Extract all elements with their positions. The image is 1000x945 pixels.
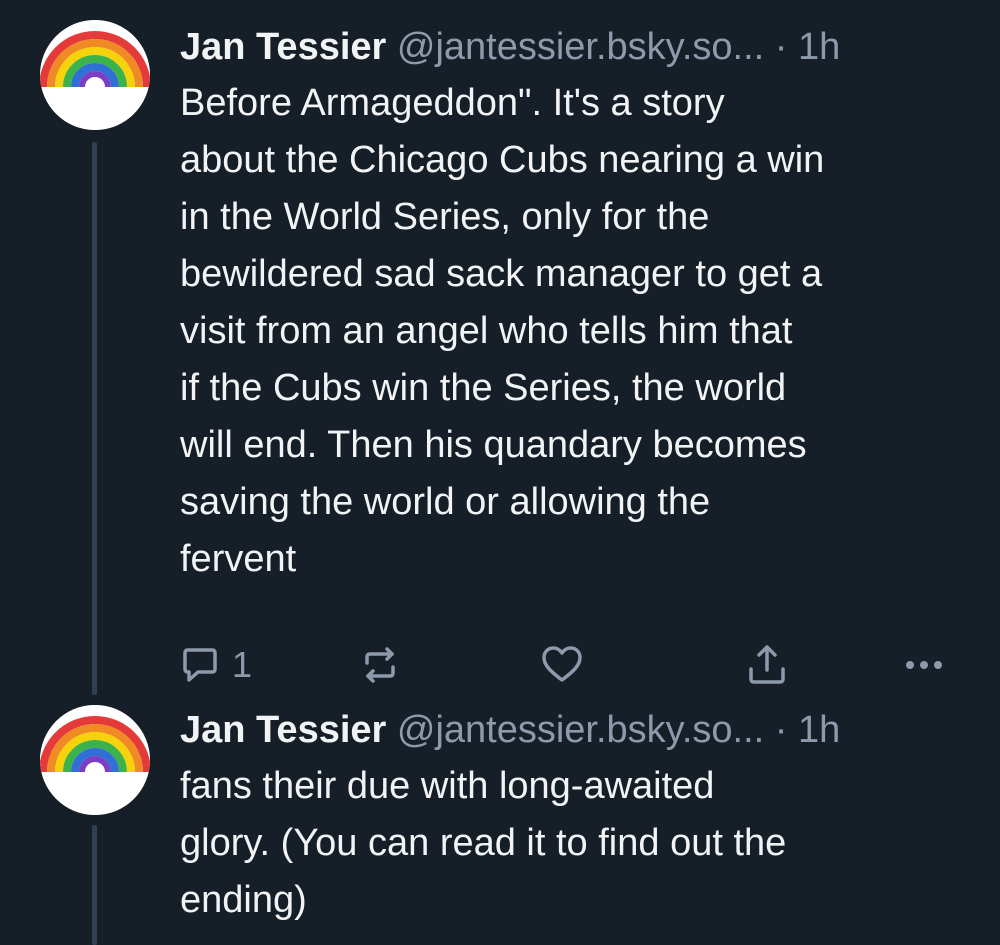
reply-icon <box>183 648 217 682</box>
more-options-button[interactable] <box>902 640 946 690</box>
avatar[interactable] <box>40 705 150 815</box>
post[interactable]: Jan Tessier @jantessier.bsky.so... · 1h … <box>0 0 1000 700</box>
author-handle[interactable]: @jantessier.bsky.so... <box>397 709 764 751</box>
meta-separator: · <box>774 26 788 68</box>
author-name[interactable]: Jan Tessier <box>180 709 386 751</box>
rainbow-avatar-icon <box>40 20 150 130</box>
author-name[interactable]: Jan Tessier <box>180 26 386 68</box>
post-content: Jan Tessier @jantessier.bsky.so... · 1h … <box>180 22 980 588</box>
avatar[interactable] <box>40 20 150 130</box>
post-timestamp[interactable]: 1h <box>798 709 840 751</box>
share-button[interactable] <box>745 640 789 690</box>
post-meta: Jan Tessier @jantessier.bsky.so... · 1h <box>180 22 980 72</box>
post[interactable]: Jan Tessier @jantessier.bsky.so... · 1h … <box>0 700 1000 945</box>
post-text: fans their due with long-awaited glory. … <box>180 765 787 921</box>
thread-line <box>92 142 97 695</box>
thread-line <box>92 825 97 945</box>
reply-button[interactable]: 1 <box>180 640 252 690</box>
heart-icon <box>542 646 582 682</box>
repost-button[interactable] <box>358 640 402 690</box>
repost-icon <box>365 647 395 683</box>
share-icon <box>749 645 785 684</box>
post-actions: 1 <box>180 640 960 690</box>
more-icon <box>906 661 942 669</box>
post-meta: Jan Tessier @jantessier.bsky.so... · 1h <box>180 705 980 755</box>
rainbow-avatar-icon <box>40 705 150 815</box>
like-button[interactable] <box>540 640 584 690</box>
reply-count: 1 <box>232 644 253 685</box>
post-content: Jan Tessier @jantessier.bsky.so... · 1h … <box>180 705 980 929</box>
author-handle[interactable]: @jantessier.bsky.so... <box>397 26 764 68</box>
meta-separator: · <box>774 709 788 751</box>
post-timestamp[interactable]: 1h <box>798 26 840 68</box>
post-text: Before Armageddon". It's a story about t… <box>180 82 825 580</box>
